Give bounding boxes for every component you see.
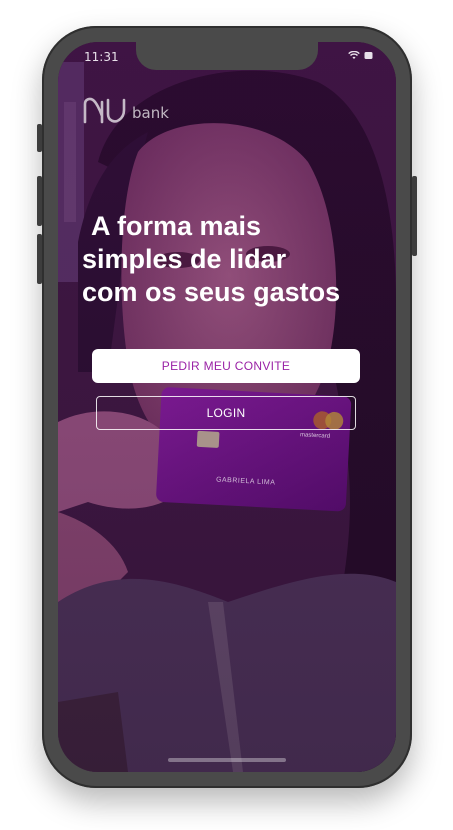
logo-wordmark: bank: [132, 104, 169, 122]
headline-line: A forma mais: [91, 211, 262, 241]
wifi-icon: [348, 51, 360, 59]
status-icons: [348, 51, 374, 60]
battery-icon: [364, 52, 373, 59]
phone-frame: GABRIELA LIMA mastercard 11:31 bank A fo…: [37, 26, 417, 788]
app-screen: GABRIELA LIMA mastercard 11:31 bank A fo…: [58, 42, 396, 772]
headline-line: simples de lidar: [82, 244, 287, 274]
volume-down-button: [37, 234, 42, 284]
status-time: 11:31: [84, 50, 119, 64]
volume-up-button: [37, 176, 42, 226]
nubank-logo: bank: [82, 96, 169, 124]
headline-line: com os seus gastos: [82, 277, 341, 307]
home-indicator[interactable]: [168, 758, 286, 762]
login-button[interactable]: LOGIN: [96, 396, 356, 430]
nu-logo-icon: [83, 97, 126, 124]
hero-headline: A forma mais simples de lidar com os seu…: [82, 210, 396, 309]
power-button: [412, 176, 417, 256]
device-notch: [136, 42, 318, 70]
request-invite-button[interactable]: PEDIR MEU CONVITE: [92, 349, 360, 383]
mute-switch: [37, 124, 42, 152]
